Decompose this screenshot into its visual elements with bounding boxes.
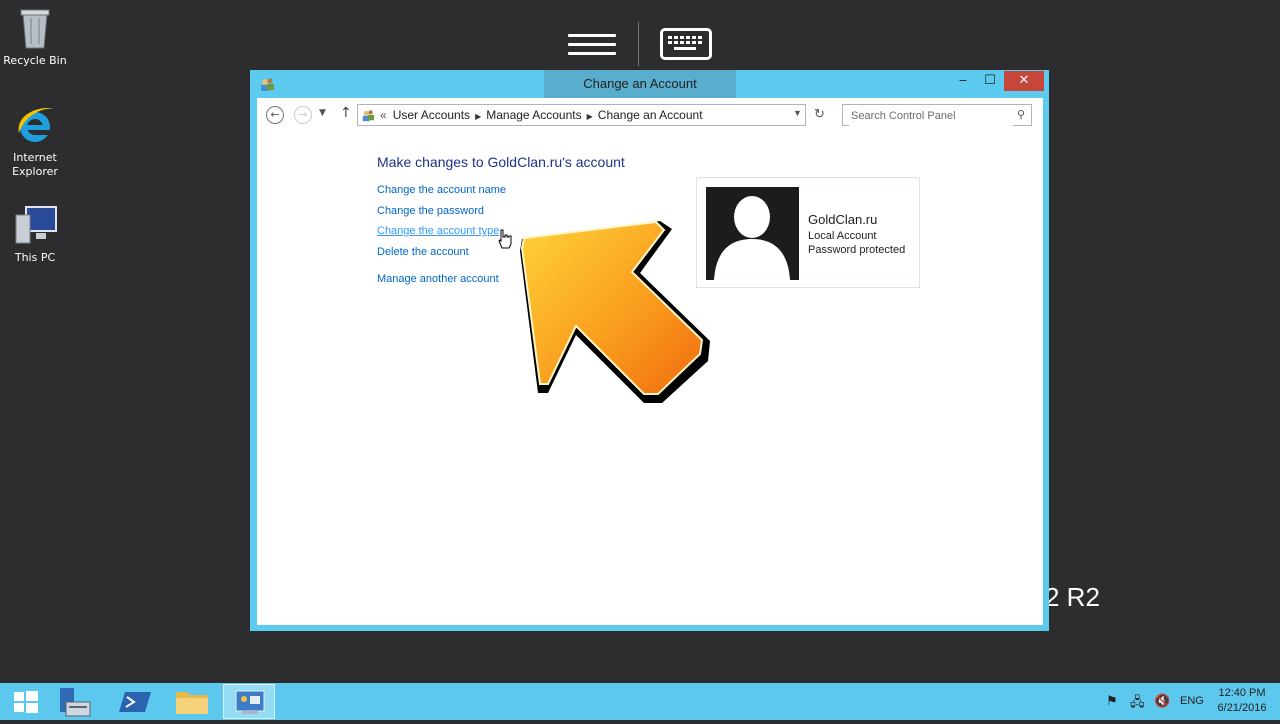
taskbar: ⚑ 🖧 🔇 ENG 12:40 PM 6/21/2016 [0, 683, 1280, 720]
search-box[interactable]: ⚲ [842, 104, 1032, 126]
server-manager-icon [60, 688, 91, 717]
clock-date: 6/21/2016 [1217, 702, 1267, 714]
taskbar-file-explorer[interactable] [166, 684, 218, 719]
input-language[interactable]: ENG [1180, 695, 1204, 707]
user-accounts-icon [261, 78, 274, 91]
windows-logo-icon [14, 691, 38, 713]
recycle-bin-icon [20, 9, 50, 49]
search-input[interactable] [849, 106, 1013, 126]
desktop-watermark-text: 2 R2 [1045, 582, 1100, 612]
maximize-button[interactable]: ☐ [977, 71, 1003, 91]
manage-another-account-link[interactable]: Manage another account [377, 273, 499, 285]
this-pc-icon [15, 206, 57, 244]
breadcrumb-manage-accounts[interactable]: Manage Accounts [486, 108, 581, 122]
change-account-type-link[interactable]: Change the account type [377, 225, 499, 237]
taskbar-server-manager[interactable] [52, 684, 104, 719]
back-arrow-icon[interactable]: ← [266, 106, 284, 124]
recent-locations-dropdown-icon[interactable]: ▼ [319, 108, 326, 118]
folder-icon [176, 692, 208, 714]
account-type: Local Account [808, 230, 877, 242]
clock-time: 12:40 PM [1218, 687, 1266, 699]
control-panel-icon [235, 690, 265, 714]
breadcrumb-user-accounts[interactable]: User Accounts [393, 108, 470, 122]
keyboard-icon[interactable] [660, 28, 712, 60]
breadcrumb-separator-icon[interactable]: ▶ [587, 112, 593, 121]
network-icon[interactable]: 🖧 [1130, 693, 1145, 715]
action-center-flag-icon[interactable]: ⚑ [1106, 693, 1118, 709]
change-account-name-link[interactable]: Change the account name [377, 184, 506, 196]
desktop-icon-recycle-bin[interactable]: Recycle Bin [0, 6, 70, 68]
taskbar-powershell[interactable] [109, 684, 161, 719]
account-status: Password protected [808, 244, 906, 256]
desktop-icon-label: Recycle Bin [3, 54, 67, 67]
account-tile: GoldClan.ru Local Account Password prote… [696, 177, 920, 288]
internet-explorer-icon [18, 108, 53, 142]
address-dropdown-icon[interactable]: ▼ [793, 108, 802, 118]
breadcrumb-overflow[interactable]: « [380, 108, 387, 122]
up-arrow-icon[interactable]: ↑ [340, 105, 352, 121]
powershell-icon [119, 692, 151, 712]
forward-arrow-icon[interactable]: → [294, 106, 312, 124]
page-title: Make changes to GoldClan.ru's account [377, 154, 625, 170]
address-bar[interactable]: « User Accounts ▶ Manage Accounts ▶ Change an… [357, 104, 825, 126]
desktop-icon-internet-explorer[interactable]: Internet Explorer [0, 103, 70, 179]
desktop-icon-label: Internet Explorer [12, 151, 58, 178]
desktop-icon-this-pc[interactable]: This PC [0, 205, 70, 265]
window-titlebar[interactable]: Change an Account ‒ ☐ ✕ [250, 70, 1049, 98]
window-title: Change an Account [544, 70, 736, 98]
taskbar-clock[interactable]: 12:40 PM 6/21/2016 [1212, 686, 1272, 716]
volume-muted-icon[interactable]: 🔇 [1154, 693, 1170, 709]
close-button[interactable]: ✕ [1004, 71, 1044, 91]
account-name: GoldClan.ru [808, 212, 878, 227]
change-password-link[interactable]: Change the password [377, 205, 484, 217]
hamburger-menu-icon[interactable] [568, 28, 616, 58]
delete-account-link[interactable]: Delete the account [377, 246, 469, 258]
breadcrumb-change-an-account[interactable]: Change an Account [598, 108, 703, 122]
toolbar-divider [638, 22, 639, 66]
search-icon[interactable]: ⚲ [1017, 108, 1025, 121]
start-button[interactable] [0, 684, 52, 719]
remote-toolbar [560, 22, 720, 66]
user-accounts-icon [362, 110, 375, 122]
breadcrumb: « User Accounts ▶ Manage Accounts ▶ Change an… [380, 108, 703, 122]
pointer-arrow-overlay-icon [520, 220, 710, 403]
taskbar-control-panel[interactable] [223, 684, 275, 719]
desktop-icon-label: This PC [14, 251, 56, 264]
breadcrumb-separator-icon[interactable]: ▶ [475, 112, 481, 121]
refresh-icon[interactable]: ↻ [814, 106, 825, 122]
minimize-button[interactable]: ‒ [950, 71, 976, 91]
